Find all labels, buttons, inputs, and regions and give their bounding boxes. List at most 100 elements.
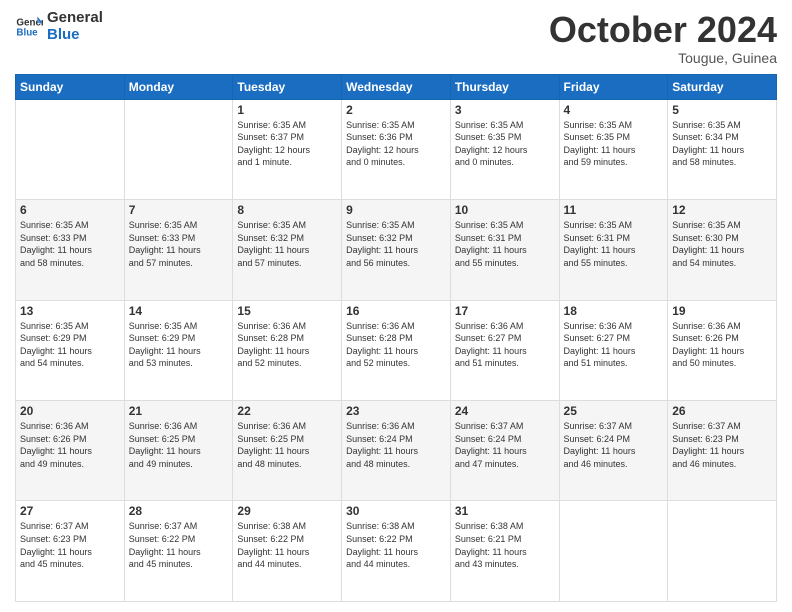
location-subtitle: Tougue, Guinea <box>549 50 777 66</box>
calendar-cell: 24 Sunrise: 6:37 AM Sunset: 6:24 PM Dayli… <box>450 401 559 501</box>
day-info: Sunrise: 6:37 AM Sunset: 6:22 PM Dayligh… <box>129 520 229 570</box>
calendar-cell: 23Sunrise: 6:36 AM Sunset: 6:24 PM Dayli… <box>342 401 451 501</box>
day-info: Sunrise: 6:35 AM Sunset: 6:34 PM Dayligh… <box>672 119 772 169</box>
calendar-cell <box>668 501 777 602</box>
day-number: 18 <box>564 304 664 318</box>
day-info: Sunrise: 6:37 AM Sunset: 6:23 PM Dayligh… <box>20 520 120 570</box>
day-number: 5 <box>672 103 772 117</box>
calendar-cell: 17 Sunrise: 6:36 AM Sunset: 6:27 PM Dayli… <box>450 300 559 400</box>
calendar-table: SundayMondayTuesdayWednesdayThursdayFrid… <box>15 74 777 602</box>
day-info: Sunrise: 6:35 AM Sunset: 6:32 PM Dayligh… <box>237 219 337 269</box>
col-header-saturday: Saturday <box>668 74 777 99</box>
calendar-cell <box>16 99 125 199</box>
day-number: 22 <box>237 404 337 418</box>
month-title: October 2024 <box>549 10 777 50</box>
day-info: Sunrise: 6:38 AM Sunset: 6:22 PM Dayligh… <box>237 520 337 570</box>
logo-general: General <box>47 10 103 27</box>
day-info: Sunrise: 6:35 AM Sunset: 6:31 PM Dayligh… <box>455 219 555 269</box>
day-info: Sunrise: 6:35 AM Sunset: 6:35 PM Dayligh… <box>564 119 664 169</box>
day-number: 13 <box>20 304 120 318</box>
calendar-cell: 2 Sunrise: 6:35 AM Sunset: 6:36 PM Daylig… <box>342 99 451 199</box>
calendar-cell: 22 Sunrise: 6:36 AM Sunset: 6:25 PM Dayli… <box>233 401 342 501</box>
calendar-cell <box>124 99 233 199</box>
day-number: 25 <box>564 404 664 418</box>
day-number: 17 <box>455 304 555 318</box>
title-block: October 2024 Tougue, Guinea <box>549 10 777 66</box>
day-number: 15 <box>237 304 337 318</box>
calendar-cell: 28 Sunrise: 6:37 AM Sunset: 6:22 PM Dayli… <box>124 501 233 602</box>
day-number: 8 <box>237 203 337 217</box>
day-number: 12 <box>672 203 772 217</box>
logo: General Blue General Blue <box>15 10 103 43</box>
day-info: Sunrise: 6:37 AM Sunset: 6:24 PM Dayligh… <box>564 420 664 470</box>
calendar-cell: 1 Sunrise: 6:35 AM Sunset: 6:37 PM Daylig… <box>233 99 342 199</box>
day-info: Sunrise: 6:35 AM Sunset: 6:33 PM Dayligh… <box>20 219 120 269</box>
day-number: 11 <box>564 203 664 217</box>
calendar-cell: 30Sunrise: 6:38 AM Sunset: 6:22 PM Dayli… <box>342 501 451 602</box>
logo-blue: Blue <box>47 27 103 44</box>
header: General Blue General Blue October 2024 T… <box>15 10 777 66</box>
calendar-cell: 9Sunrise: 6:35 AM Sunset: 6:32 PM Daylig… <box>342 200 451 300</box>
col-header-sunday: Sunday <box>16 74 125 99</box>
day-info: Sunrise: 6:35 AM Sunset: 6:30 PM Dayligh… <box>672 219 772 269</box>
day-number: 21 <box>129 404 229 418</box>
calendar-cell: 20 Sunrise: 6:36 AM Sunset: 6:26 PM Dayli… <box>16 401 125 501</box>
day-info: Sunrise: 6:37 AM Sunset: 6:23 PM Dayligh… <box>672 420 772 470</box>
calendar-cell: 6 Sunrise: 6:35 AM Sunset: 6:33 PM Daylig… <box>16 200 125 300</box>
calendar-cell: 27 Sunrise: 6:37 AM Sunset: 6:23 PM Dayli… <box>16 501 125 602</box>
calendar-cell: 26 Sunrise: 6:37 AM Sunset: 6:23 PM Dayli… <box>668 401 777 501</box>
day-info: Sunrise: 6:36 AM Sunset: 6:26 PM Dayligh… <box>20 420 120 470</box>
calendar-cell: 21 Sunrise: 6:36 AM Sunset: 6:25 PM Dayli… <box>124 401 233 501</box>
calendar-cell: 13 Sunrise: 6:35 AM Sunset: 6:29 PM Dayli… <box>16 300 125 400</box>
day-info: Sunrise: 6:35 AM Sunset: 6:37 PM Dayligh… <box>237 119 337 169</box>
calendar-cell: 25 Sunrise: 6:37 AM Sunset: 6:24 PM Dayli… <box>559 401 668 501</box>
col-header-monday: Monday <box>124 74 233 99</box>
day-number: 30 <box>346 504 446 518</box>
calendar-cell: 5 Sunrise: 6:35 AM Sunset: 6:34 PM Daylig… <box>668 99 777 199</box>
day-info: Sunrise: 6:36 AM Sunset: 6:28 PM Dayligh… <box>237 320 337 370</box>
day-number: 24 <box>455 404 555 418</box>
col-header-wednesday: Wednesday <box>342 74 451 99</box>
calendar-cell: 8 Sunrise: 6:35 AM Sunset: 6:32 PM Daylig… <box>233 200 342 300</box>
day-number: 3 <box>455 103 555 117</box>
day-info: Sunrise: 6:36 AM Sunset: 6:25 PM Dayligh… <box>129 420 229 470</box>
calendar-cell: 12 Sunrise: 6:35 AM Sunset: 6:30 PM Dayli… <box>668 200 777 300</box>
day-info: Sunrise: 6:35 AM Sunset: 6:31 PM Dayligh… <box>564 219 664 269</box>
day-number: 26 <box>672 404 772 418</box>
calendar-cell: 14Sunrise: 6:35 AM Sunset: 6:29 PM Dayli… <box>124 300 233 400</box>
calendar-cell: 18Sunrise: 6:36 AM Sunset: 6:27 PM Dayli… <box>559 300 668 400</box>
calendar-cell: 7 Sunrise: 6:35 AM Sunset: 6:33 PM Daylig… <box>124 200 233 300</box>
day-info: Sunrise: 6:35 AM Sunset: 6:29 PM Dayligh… <box>20 320 120 370</box>
day-info: Sunrise: 6:36 AM Sunset: 6:25 PM Dayligh… <box>237 420 337 470</box>
col-header-tuesday: Tuesday <box>233 74 342 99</box>
day-info: Sunrise: 6:35 AM Sunset: 6:33 PM Dayligh… <box>129 219 229 269</box>
calendar-cell: 3 Sunrise: 6:35 AM Sunset: 6:35 PM Daylig… <box>450 99 559 199</box>
day-info: Sunrise: 6:36 AM Sunset: 6:26 PM Dayligh… <box>672 320 772 370</box>
calendar-cell: 15 Sunrise: 6:36 AM Sunset: 6:28 PM Dayli… <box>233 300 342 400</box>
day-info: Sunrise: 6:37 AM Sunset: 6:24 PM Dayligh… <box>455 420 555 470</box>
day-number: 9 <box>346 203 446 217</box>
day-number: 28 <box>129 504 229 518</box>
calendar-cell: 31Sunrise: 6:38 AM Sunset: 6:21 PM Dayli… <box>450 501 559 602</box>
day-info: Sunrise: 6:36 AM Sunset: 6:27 PM Dayligh… <box>455 320 555 370</box>
day-number: 7 <box>129 203 229 217</box>
col-header-thursday: Thursday <box>450 74 559 99</box>
day-number: 27 <box>20 504 120 518</box>
day-number: 2 <box>346 103 446 117</box>
day-info: Sunrise: 6:36 AM Sunset: 6:24 PM Dayligh… <box>346 420 446 470</box>
day-info: Sunrise: 6:35 AM Sunset: 6:35 PM Dayligh… <box>455 119 555 169</box>
calendar-cell: 11 Sunrise: 6:35 AM Sunset: 6:31 PM Dayli… <box>559 200 668 300</box>
day-number: 6 <box>20 203 120 217</box>
day-number: 4 <box>564 103 664 117</box>
day-info: Sunrise: 6:35 AM Sunset: 6:36 PM Dayligh… <box>346 119 446 169</box>
svg-text:Blue: Blue <box>16 27 38 38</box>
day-number: 29 <box>237 504 337 518</box>
calendar-cell: 16Sunrise: 6:36 AM Sunset: 6:28 PM Dayli… <box>342 300 451 400</box>
day-info: Sunrise: 6:36 AM Sunset: 6:28 PM Dayligh… <box>346 320 446 370</box>
logo-icon: General Blue <box>15 13 43 41</box>
calendar-cell: 10Sunrise: 6:35 AM Sunset: 6:31 PM Dayli… <box>450 200 559 300</box>
day-number: 1 <box>237 103 337 117</box>
day-number: 20 <box>20 404 120 418</box>
calendar-cell: 19Sunrise: 6:36 AM Sunset: 6:26 PM Dayli… <box>668 300 777 400</box>
calendar-cell <box>559 501 668 602</box>
